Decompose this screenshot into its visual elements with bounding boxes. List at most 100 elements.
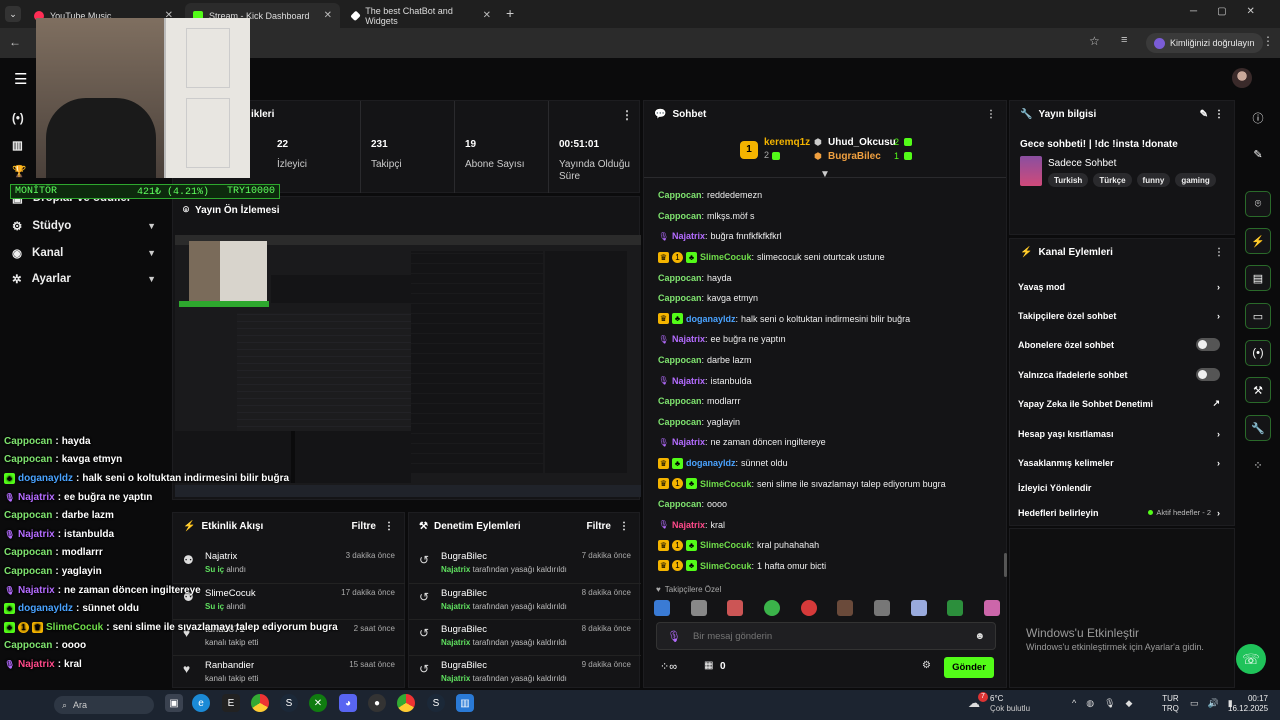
chat-username[interactable]: Cappocan bbox=[658, 273, 702, 283]
user-avatar[interactable] bbox=[1232, 68, 1252, 88]
broadcast-icon[interactable]: (•) bbox=[1245, 340, 1271, 366]
restore-icon[interactable]: ▢ bbox=[1217, 6, 1246, 17]
moderation-filter-button[interactable]: Filtre bbox=[587, 521, 611, 532]
moderator-name[interactable]: Najatrix bbox=[441, 674, 470, 683]
bolt-icon[interactable]: ⚡ bbox=[1245, 228, 1271, 254]
sidebar-item-channel[interactable]: ◉ Kanal ▼ bbox=[0, 240, 170, 266]
channel-actions-menu-icon[interactable]: ⋮ bbox=[1214, 247, 1224, 258]
chat-username[interactable]: SlimeCocuk bbox=[700, 540, 752, 550]
notepad-icon[interactable]: ▥ bbox=[456, 694, 474, 712]
speaker-icon[interactable]: 🔊 bbox=[1208, 698, 1228, 708]
chat-username[interactable]: SlimeCocuk bbox=[700, 252, 752, 262]
activity-menu-icon[interactable]: ⋮ bbox=[384, 521, 394, 532]
activity-filter-button[interactable]: Filtre bbox=[352, 521, 376, 532]
app-icon[interactable]: ● bbox=[368, 694, 386, 712]
chat-input[interactable] bbox=[692, 630, 963, 642]
chat-username[interactable]: SlimeCocuk bbox=[700, 561, 752, 571]
emotes-only-toggle[interactable] bbox=[1196, 368, 1220, 382]
chevron-up-icon[interactable]: ^ bbox=[1072, 698, 1086, 708]
category-name[interactable]: Sadece Sohbet bbox=[1048, 158, 1116, 169]
moderation-user[interactable]: BugraBilec bbox=[441, 660, 487, 671]
leader-name[interactable]: keremq1z bbox=[764, 137, 810, 148]
emoji-icon[interactable]: ☻ bbox=[974, 631, 985, 642]
chat-username[interactable]: Najatrix bbox=[672, 520, 705, 530]
search-box[interactable]: ⌕ Ara bbox=[54, 696, 154, 714]
chat-username[interactable]: Cappocan bbox=[658, 190, 702, 200]
moderator-name[interactable]: Najatrix bbox=[441, 602, 470, 611]
infinity-icon[interactable]: ⁘∞ bbox=[660, 660, 677, 673]
hamburger-menu-icon[interactable]: ☰ bbox=[14, 70, 27, 88]
close-tab-icon[interactable]: ✕ bbox=[324, 10, 332, 21]
expand-leaderboard-icon[interactable]: ▼ bbox=[820, 169, 830, 180]
action-account-age[interactable]: Hesap yaşı kısıtlaması › bbox=[1010, 419, 1236, 448]
dropbox-icon[interactable]: ◆ bbox=[1126, 698, 1143, 708]
tag[interactable]: Türkçe bbox=[1093, 173, 1132, 187]
chat-username[interactable]: doganayldz bbox=[686, 314, 736, 324]
chat-input-box[interactable]: 🎙 ☻ bbox=[656, 622, 996, 650]
moderation-user[interactable]: BugraBilec bbox=[441, 551, 487, 562]
bookmark-star-icon[interactable]: ☆ bbox=[1089, 34, 1100, 48]
chat-username[interactable]: Cappocan bbox=[658, 211, 702, 221]
chrome-icon[interactable] bbox=[251, 694, 269, 712]
browser-menu-icon[interactable]: ⋮ bbox=[1262, 34, 1274, 48]
chat-settings-icon[interactable]: ⚙ bbox=[922, 660, 931, 671]
emote-icon[interactable] bbox=[654, 600, 670, 616]
new-tab-button[interactable]: + bbox=[506, 5, 514, 21]
back-icon[interactable]: ← bbox=[9, 35, 21, 49]
hammer-icon[interactable]: ⚒ bbox=[1245, 377, 1271, 403]
emote-icon[interactable] bbox=[800, 600, 817, 616]
emote-icon[interactable] bbox=[983, 600, 1000, 616]
action-followers-only[interactable]: Takipçilere özel sohbet › bbox=[1010, 301, 1236, 330]
microphone-icon[interactable]: 🎙 bbox=[1104, 698, 1125, 708]
support-chat-button[interactable]: ☏ bbox=[1236, 644, 1266, 674]
sidebar-item-settings[interactable]: ✲ Ayarlar ▼ bbox=[0, 266, 170, 292]
emote-icon[interactable] bbox=[763, 600, 780, 616]
subscribers-only-toggle[interactable] bbox=[1196, 338, 1220, 352]
chat-username[interactable]: Cappocan bbox=[658, 396, 702, 406]
emote-icon[interactable] bbox=[690, 600, 707, 616]
send-button[interactable]: Gönder bbox=[944, 657, 994, 678]
camera-icon[interactable]: ⌾ bbox=[1245, 191, 1271, 217]
moderation-menu-icon[interactable]: ⋮ bbox=[619, 521, 629, 532]
info-icon[interactable]: ⓘ bbox=[1245, 105, 1271, 131]
category-thumbnail[interactable] bbox=[1020, 156, 1042, 186]
chat-username[interactable]: Najatrix bbox=[672, 231, 705, 241]
chat-username[interactable]: Najatrix bbox=[672, 334, 705, 344]
action-goals[interactable]: Hedefleri belirleyin Aktif hedefler - 2 … bbox=[1010, 498, 1236, 527]
monitor-icon[interactable]: ▭ bbox=[1190, 698, 1208, 708]
emote-icon[interactable] bbox=[873, 600, 890, 616]
steam-icon[interactable]: S bbox=[427, 694, 445, 712]
sidebar-item-studio[interactable]: ⚙ Stüdyo ▼ bbox=[0, 213, 170, 239]
chat-icon[interactable]: ▭ bbox=[1245, 303, 1271, 329]
chat-username[interactable]: Cappocan bbox=[658, 499, 702, 509]
reading-list-icon[interactable]: ≡ bbox=[1121, 34, 1127, 46]
action-ai-moderation[interactable]: Yapay Zeka ile Sohbet Denetimi ↗ bbox=[1010, 389, 1236, 418]
pencil-icon[interactable]: ✎ bbox=[1245, 141, 1271, 167]
apps-icon[interactable]: ⁘ bbox=[1245, 452, 1271, 478]
chat-username[interactable]: Cappocan bbox=[658, 417, 702, 427]
xbox-icon[interactable]: ✕ bbox=[309, 694, 327, 712]
chat-username[interactable]: SlimeCocuk bbox=[700, 479, 752, 489]
chat-username[interactable]: Najatrix bbox=[672, 437, 705, 447]
identity-button[interactable]: Kimliğinizi doğrulayın bbox=[1146, 33, 1263, 53]
moderation-user[interactable]: BugraBilec bbox=[441, 588, 487, 599]
tag[interactable]: Turkish bbox=[1048, 173, 1089, 187]
emote-icon[interactable] bbox=[910, 600, 927, 616]
wrench-icon[interactable]: 🔧 bbox=[1245, 415, 1271, 441]
moderator-name[interactable]: Najatrix bbox=[441, 565, 470, 574]
leader-name[interactable]: BugraBilec bbox=[828, 151, 881, 162]
emote-icon[interactable] bbox=[947, 600, 964, 616]
edge-icon[interactable]: e bbox=[192, 694, 210, 712]
chat-username[interactable]: Cappocan bbox=[658, 355, 702, 365]
tab-chatbot[interactable]: The best ChatBot and Widgets ✕ bbox=[344, 3, 499, 28]
close-tab-icon[interactable]: ✕ bbox=[483, 10, 491, 21]
weather-widget[interactable]: ☁ 7 6°C Çok bulutlu bbox=[968, 692, 1038, 716]
steam-icon[interactable]: S bbox=[280, 694, 298, 712]
chat-username[interactable]: Cappocan bbox=[658, 293, 702, 303]
clock[interactable]: 00:17 16.12.2025 bbox=[1228, 694, 1268, 714]
antivirus-icon[interactable]: ◍ bbox=[1086, 698, 1104, 708]
emote-icon[interactable] bbox=[727, 600, 744, 616]
action-slow-mode[interactable]: Yavaş mod › bbox=[1010, 272, 1236, 301]
tab-list-button[interactable]: ⌄ bbox=[5, 6, 21, 22]
discord-icon[interactable]: ◕ bbox=[339, 694, 357, 712]
